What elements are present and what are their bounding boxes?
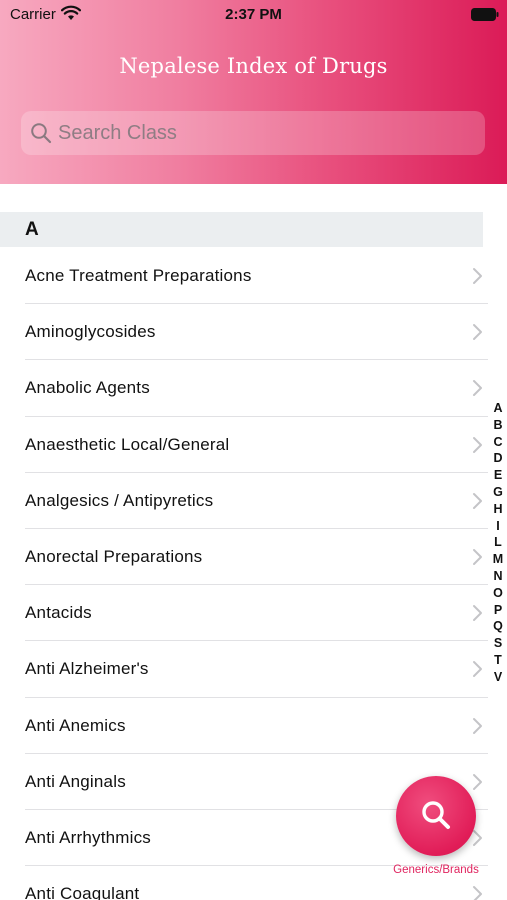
generics-brands-search-button[interactable] (396, 776, 476, 856)
chevron-right-icon (473, 492, 482, 509)
list-item-label: Antacids (25, 603, 92, 623)
chevron-right-icon (473, 436, 482, 453)
list-item[interactable]: Antacids (0, 585, 507, 642)
list-item[interactable]: Anti Alzheimer's (0, 641, 507, 698)
list-item-label: Acne Treatment Preparations (25, 266, 252, 285)
list-item-label: Aminoglycosides (25, 322, 156, 342)
chevron-right-icon (473, 773, 482, 790)
page-title: Nepalese Index of Drugs (119, 54, 388, 78)
list-item-label: Anti Anginals (25, 771, 126, 791)
list-item[interactable]: Acne Treatment Preparations (0, 248, 507, 305)
index-letter[interactable]: G (488, 484, 507, 501)
list-item-label: Analgesics / Antipyretics (25, 490, 214, 510)
search-icon (422, 801, 450, 829)
list-item[interactable]: Anaesthetic Local/General (0, 417, 507, 473)
chevron-right-icon (473, 886, 482, 900)
chevron-right-icon (473, 324, 482, 341)
index-letter[interactable]: Q (488, 618, 507, 635)
chevron-right-icon (473, 268, 482, 284)
fab-label: Generics/Brands (393, 864, 479, 876)
chevron-right-icon (473, 829, 482, 846)
chevron-right-icon (473, 605, 482, 622)
index-letter[interactable]: C (488, 434, 507, 451)
index-letter[interactable]: M (488, 551, 507, 568)
index-letter[interactable]: O (488, 585, 507, 602)
section-letter: A (25, 219, 39, 240)
list-item-label: Anaesthetic Local/General (25, 434, 230, 454)
list-item[interactable]: Anorectal Preparations (0, 529, 507, 586)
section-index-bar[interactable]: A B C D E G H I L M N O P Q S T V (488, 400, 507, 686)
chevron-right-icon (473, 717, 482, 734)
index-letter[interactable]: H (488, 501, 507, 518)
app-header: Carrier 2:37 PM Nepalese Index of Drugs (0, 0, 507, 184)
list-item[interactable]: Analgesics / Antipyretics (0, 473, 507, 529)
list-item-label: Anti Anemics (25, 715, 126, 735)
index-letter[interactable]: L (488, 534, 507, 551)
index-letter[interactable]: S (488, 635, 507, 652)
section-header: A (0, 212, 483, 247)
list-item-label: Anti Alzheimer's (25, 659, 149, 679)
list-item-label: Anorectal Preparations (25, 546, 203, 566)
list-item[interactable]: Aminoglycosides (0, 304, 507, 361)
chevron-right-icon (473, 548, 482, 565)
list-item-label: Anti Arrhythmics (25, 827, 152, 847)
list-item-label: Anabolic Agents (25, 378, 150, 398)
index-letter[interactable]: B (488, 417, 507, 434)
index-letter[interactable]: V (488, 669, 507, 686)
index-letter[interactable]: D (488, 450, 507, 467)
list-item-label: Anti Coagulant (25, 884, 140, 900)
index-letter[interactable]: T (488, 652, 507, 669)
clock: 2:37 PM (225, 6, 282, 23)
index-letter[interactable]: I (488, 518, 507, 535)
chevron-right-icon (473, 380, 482, 397)
status-bar: Carrier 2:37 PM (0, 0, 507, 28)
index-letter[interactable]: P (488, 602, 507, 619)
list-item[interactable]: Anabolic Agents (0, 360, 507, 417)
battery-icon (471, 8, 499, 21)
search-icon (31, 123, 52, 144)
chevron-right-icon (473, 661, 482, 678)
index-letter[interactable]: A (488, 400, 507, 417)
index-letter[interactable]: E (488, 467, 507, 484)
list-item[interactable]: Anti Anemics (0, 698, 507, 754)
search-bar[interactable] (21, 111, 485, 155)
search-input[interactable] (58, 111, 478, 155)
index-letter[interactable]: N (488, 568, 507, 585)
